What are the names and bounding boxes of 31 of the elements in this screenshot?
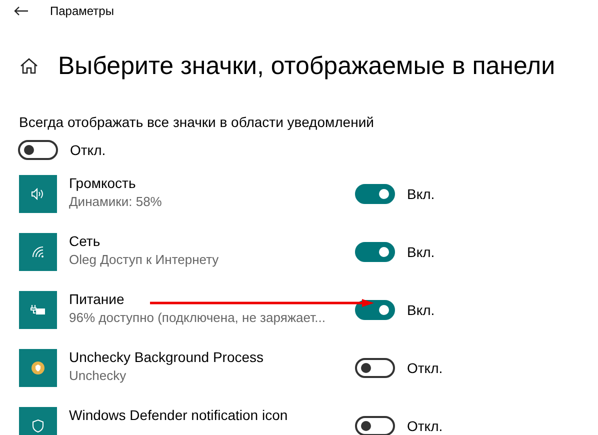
toggle-switch[interactable]: [355, 358, 395, 378]
shield-badge-icon: [31, 361, 45, 375]
item-detail: Oleg Доступ к Интернету: [69, 252, 219, 267]
item-detail: Динамики: 58%: [69, 194, 162, 209]
item-detail: 96% доступно (подключена, не заряжает...: [69, 310, 326, 325]
wifi-icon: [32, 246, 44, 258]
toggle-state: Откл.: [407, 418, 443, 434]
back-arrow-icon[interactable]: [14, 6, 28, 16]
shield-icon: [32, 419, 44, 433]
item-detail: Unchecky: [69, 368, 126, 383]
speaker-icon: [31, 188, 45, 200]
toggle-state: Вкл.: [407, 302, 435, 318]
toggle-state: Вкл.: [407, 186, 435, 202]
item-name: Windows Defender notification icon: [69, 407, 288, 423]
setting-label: Всегда отображать все значки в области уведомлений: [19, 114, 375, 130]
battery-icon: [30, 304, 46, 316]
item-name: Unchecky Background Process: [69, 349, 264, 365]
toggle-switch[interactable]: [355, 300, 395, 320]
toggle-state: Вкл.: [407, 244, 435, 260]
page-heading: Выберите значки, отображаемые в панели: [58, 52, 556, 80]
item-name: Сеть: [69, 233, 100, 249]
window-title: Параметры: [50, 4, 114, 18]
home-icon[interactable]: [20, 57, 38, 75]
toggle-switch[interactable]: [355, 242, 395, 262]
toggle-switch[interactable]: [355, 184, 395, 204]
item-name: Питание: [69, 291, 124, 307]
toggle-switch[interactable]: [355, 416, 395, 435]
toggle-switch[interactable]: [18, 140, 58, 160]
item-name: Громкость: [69, 175, 136, 191]
toggle-state: Откл.: [407, 360, 443, 376]
toggle-state: Откл.: [70, 142, 106, 158]
